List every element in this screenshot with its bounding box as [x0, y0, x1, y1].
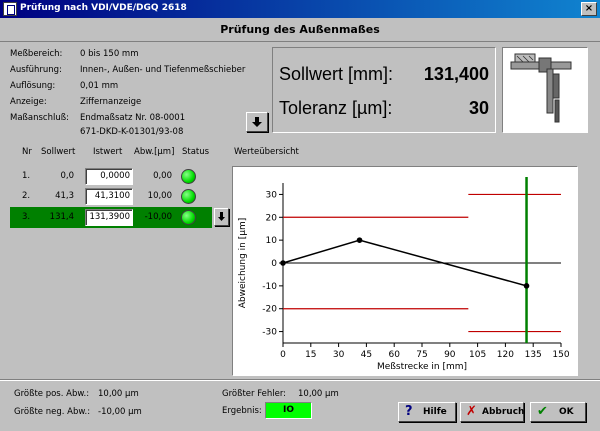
info-value-messbereich: 0 bis 150 mm: [80, 49, 139, 59]
info-label-messbereich: Meßbereich:: [10, 49, 63, 59]
y-tick-label: 30: [266, 190, 278, 200]
header-nr: Nr: [22, 147, 32, 157]
title-bar: Prüfung nach VDI/VDE/DGQ 2618 ×: [0, 0, 600, 18]
separator: [0, 379, 600, 381]
info-value-massanschluss: Endmaßsatz Nr. 08-0001: [80, 113, 186, 123]
row-1-istwert-input[interactable]: 0,0000: [85, 168, 133, 185]
row-2-nr: 2.: [22, 191, 31, 201]
x-tick-label: 15: [305, 350, 316, 360]
page-title: Prüfung des Außenmaßes: [0, 18, 600, 42]
y-tick-label: 0: [271, 259, 277, 269]
row-3-sollwert: 131,4: [49, 212, 74, 222]
app-icon: [3, 2, 17, 16]
max-neg-label: Größte neg. Abw.:: [14, 407, 91, 417]
max-error-label: Größter Fehler:: [222, 389, 287, 399]
value-overview-chart: 30 20 10 0 -10 -20 -30 0 15 30 45 60 75 90 105 120 135 15…: [232, 166, 578, 376]
toleranz-label: Toleranz [µm]:: [279, 98, 393, 118]
y-tick-label: 10: [266, 236, 278, 246]
row-1-status-led: [181, 169, 196, 184]
y-axis-label: Abweichung in [µm]: [238, 218, 248, 308]
x-tick-label: 30: [333, 350, 345, 360]
chart-svg: 30 20 10 0 -10 -20 -30 0 15 30 45 60 75 90 105 120 135 15…: [238, 177, 570, 372]
y-tick-label: -20: [262, 305, 277, 315]
help-button[interactable]: ? Hilfe: [398, 402, 456, 422]
y-tick-label: -10: [262, 282, 277, 292]
cancel-button[interactable]: ✗ Abbruch: [460, 402, 524, 422]
info-label-ausfuehrung: Ausführung:: [10, 65, 62, 75]
max-pos-label: Größte pos. Abw.:: [14, 389, 90, 399]
close-button[interactable]: ×: [581, 2, 597, 16]
row-1-nr: 1.: [22, 171, 31, 181]
info-value-aufloesung: 0,01 mm: [80, 81, 119, 91]
header-istwert: Istwert: [93, 147, 123, 157]
x-tick-label: 0: [280, 350, 286, 360]
cancel-button-label: Abbruch: [482, 407, 525, 417]
target-panel: Sollwert [mm]: 131,400 Toleranz [µm]: 30: [272, 47, 496, 133]
row-2-abw: 10,00: [147, 191, 172, 201]
cross-icon: ✗: [466, 404, 477, 419]
x-tick-label: 60: [388, 350, 400, 360]
info-label-aufloesung: Auflösung:: [10, 81, 56, 91]
x-tick-label: 135: [525, 350, 542, 360]
result-badge: IO: [265, 402, 312, 419]
data-point: [356, 237, 363, 243]
data-point: [280, 260, 286, 266]
x-tick-label: 105: [469, 350, 486, 360]
info-label-anzeige: Anzeige:: [10, 97, 47, 107]
x-tick-label: 90: [444, 350, 456, 360]
next-row-button[interactable]: [214, 208, 229, 226]
x-tick-label: 75: [416, 350, 427, 360]
caliper-image: [502, 47, 588, 133]
header-abw: Abw.[µm]: [134, 147, 175, 157]
x-axis-label: Meßstrecke in [mm]: [377, 362, 467, 372]
arrow-down-icon: [218, 212, 225, 221]
row-3-abw: -10,00: [144, 212, 172, 222]
sollwert-value: 131,400: [423, 64, 489, 84]
y-tick-label: -30: [262, 328, 277, 338]
info-value-extra: 671-DKD-K-01301/93-08: [80, 127, 184, 137]
header-werteuebersicht: Werteübersicht: [234, 147, 299, 157]
ok-button-label: OK: [559, 407, 574, 417]
sollwert-label: Sollwert [mm]:: [279, 64, 394, 84]
x-tick-label: 45: [361, 350, 372, 360]
help-button-label: Hilfe: [423, 407, 447, 417]
row-2-status-led: [181, 189, 196, 204]
arrow-down-icon: [252, 117, 262, 127]
question-icon: ?: [405, 404, 413, 419]
data-point: [523, 283, 530, 289]
header-status: Status: [182, 147, 210, 157]
header-sollwert: Sollwert: [41, 147, 76, 157]
row-2-istwert-input[interactable]: 41,3100: [85, 188, 133, 205]
expand-down-button[interactable]: [246, 112, 268, 132]
x-tick-label: 150: [552, 350, 569, 360]
row-1-abw: 0,00: [153, 171, 172, 181]
row-3-istwert-input[interactable]: 131,3900: [85, 209, 133, 226]
window-title: Prüfung nach VDI/VDE/DGQ 2618: [20, 3, 187, 13]
result-label: Ergebnis:: [222, 406, 262, 416]
max-neg-value: -10,00 µm: [98, 407, 142, 417]
info-value-anzeige: Ziffernanzeige: [80, 97, 142, 107]
y-tick-label: 20: [266, 213, 278, 223]
toleranz-value: 30: [468, 98, 489, 118]
info-label-massanschluss: Maßanschluß:: [10, 113, 69, 123]
row-3-status-led: [181, 210, 196, 225]
row-1-sollwert: 0,0: [60, 171, 74, 181]
row-3-nr: 3.: [22, 212, 31, 222]
row-2-sollwert: 41,3: [55, 191, 74, 201]
info-value-ausfuehrung: Innen-, Außen- und Tiefenmeßschieber: [80, 65, 246, 75]
check-icon: ✔: [537, 404, 548, 419]
x-tick-label: 120: [497, 350, 514, 360]
ok-button[interactable]: ✔ OK: [530, 402, 586, 422]
max-pos-value: 10,00 µm: [98, 389, 139, 399]
caliper-icon: [510, 53, 572, 123]
max-error-value: 10,00 µm: [298, 389, 339, 399]
